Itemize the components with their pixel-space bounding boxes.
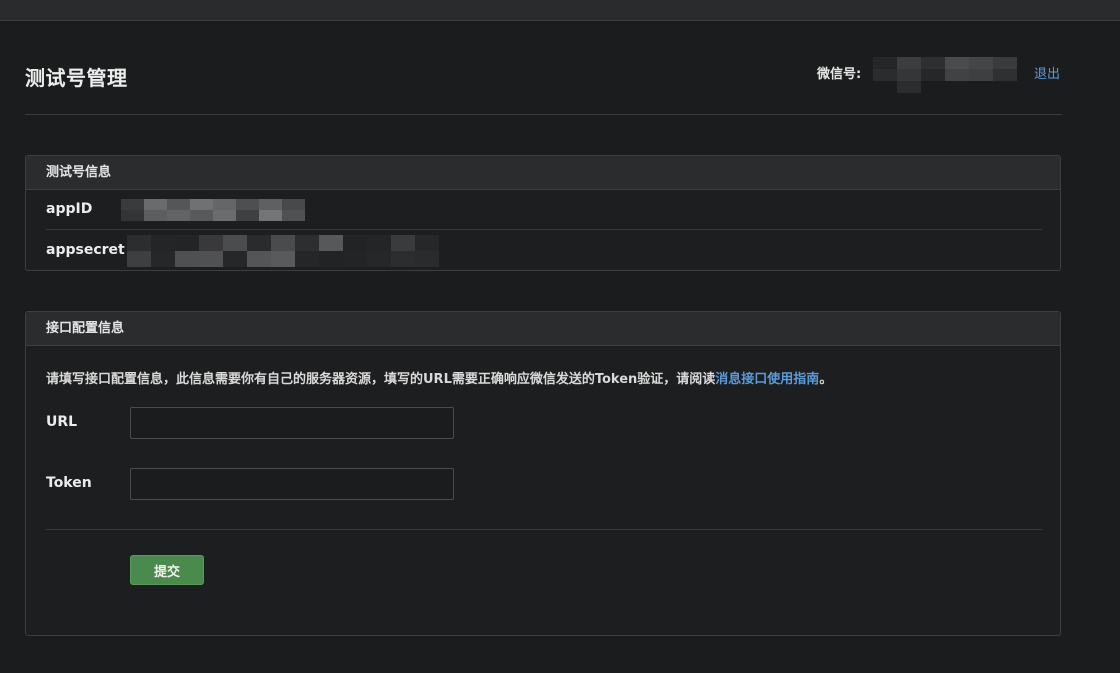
redacted-appsecret bbox=[127, 235, 439, 267]
redacted-wechat-id bbox=[873, 57, 1017, 93]
panel-title: 测试号信息 bbox=[26, 156, 1060, 190]
instruction-end: 。 bbox=[819, 372, 833, 387]
appsecret-label: appsecret bbox=[46, 242, 125, 258]
token-input[interactable] bbox=[130, 468, 454, 500]
header-divider bbox=[25, 114, 1062, 115]
instruction-text: 请填写接口配置信息，此信息需要你有自己的服务器资源，填写的URL需要正确响应微信… bbox=[46, 372, 716, 387]
page-title: 测试号管理 bbox=[25, 66, 128, 90]
form-divider bbox=[46, 529, 1042, 530]
redacted-appid bbox=[121, 199, 305, 221]
submit-button[interactable]: 提交 bbox=[130, 555, 204, 585]
message-api-guide-link[interactable]: 消息接口使用指南 bbox=[715, 372, 819, 387]
test-account-panel: 测试号信息 appID appsecret bbox=[25, 155, 1061, 271]
row-divider bbox=[46, 229, 1042, 230]
token-label: Token bbox=[46, 475, 92, 491]
logout-link[interactable]: 退出 bbox=[1034, 63, 1060, 82]
url-label: URL bbox=[46, 414, 78, 430]
url-input[interactable] bbox=[130, 407, 454, 439]
wechat-id-label: 微信号: bbox=[817, 67, 862, 82]
interface-config-panel: 接口配置信息 请填写接口配置信息，此信息需要你有自己的服务器资源，填写的URL需… bbox=[25, 311, 1061, 636]
top-bar bbox=[0, 0, 1120, 21]
appid-label: appID bbox=[46, 201, 93, 217]
config-instructions: 请填写接口配置信息，此信息需要你有自己的服务器资源，填写的URL需要正确响应微信… bbox=[46, 368, 832, 387]
panel-title: 接口配置信息 bbox=[26, 312, 1060, 346]
